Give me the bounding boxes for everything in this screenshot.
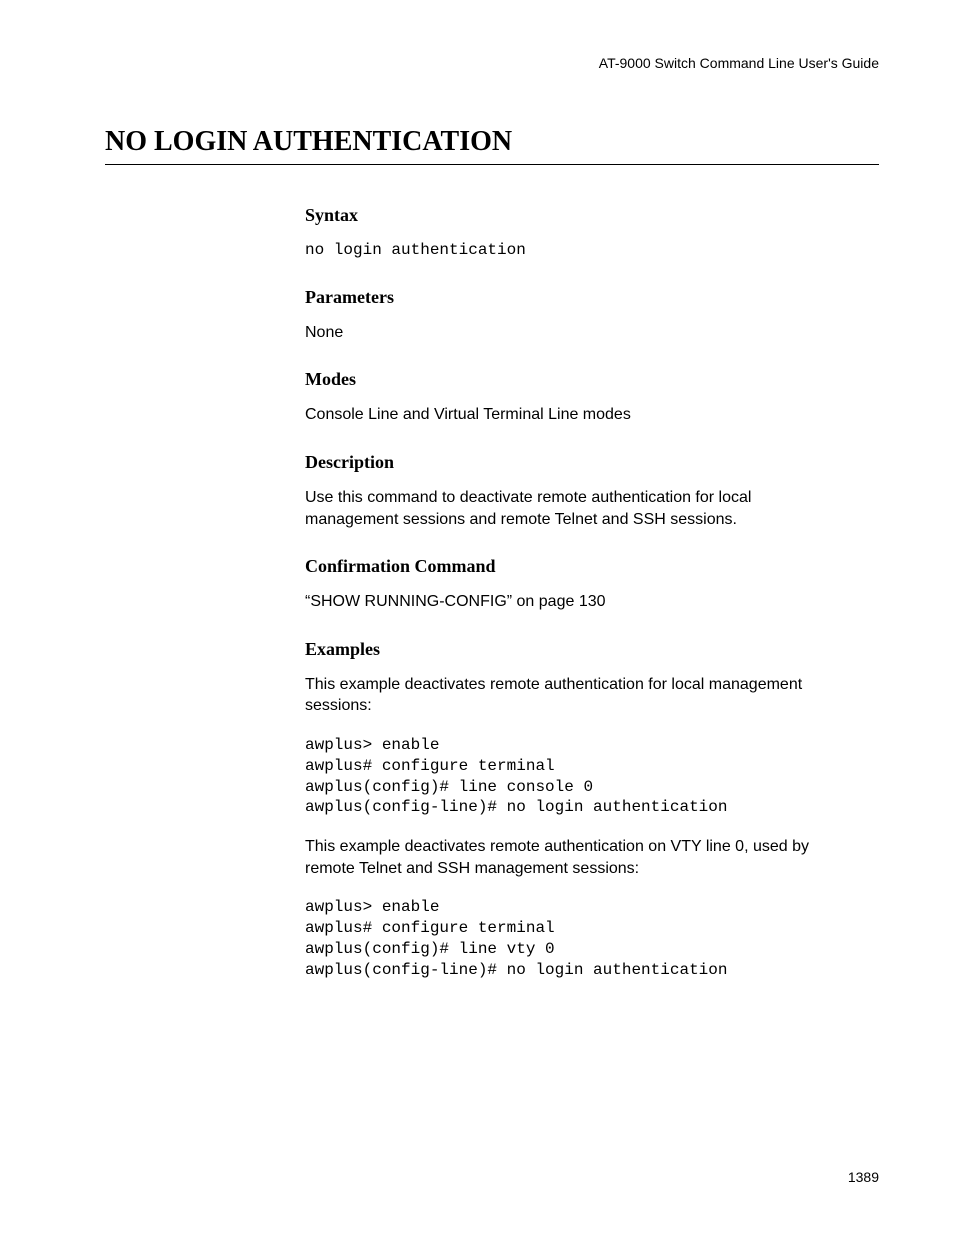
description-heading: Description [305, 452, 849, 473]
syntax-command: no login authentication [305, 240, 849, 261]
examples-code-1: awplus> enable awplus# configure termina… [305, 735, 849, 818]
modes-text: Console Line and Virtual Terminal Line m… [305, 404, 849, 426]
content-area: Syntax no login authentication Parameter… [305, 205, 849, 981]
page-title: NO LOGIN AUTHENTICATION [105, 126, 879, 165]
examples-intro-1: This example deactivates remote authenti… [305, 674, 849, 717]
confirmation-heading: Confirmation Command [305, 556, 849, 577]
description-text: Use this command to deactivate remote au… [305, 487, 849, 530]
page-number: 1389 [848, 1169, 879, 1185]
header-guide-title: AT-9000 Switch Command Line User's Guide [105, 55, 879, 71]
syntax-heading: Syntax [305, 205, 849, 226]
parameters-text: None [305, 322, 849, 344]
examples-heading: Examples [305, 639, 849, 660]
examples-code-2: awplus> enable awplus# configure termina… [305, 897, 849, 980]
examples-intro-2: This example deactivates remote authenti… [305, 836, 849, 879]
parameters-heading: Parameters [305, 287, 849, 308]
confirmation-text: “SHOW RUNNING-CONFIG” on page 130 [305, 591, 849, 613]
modes-heading: Modes [305, 369, 849, 390]
